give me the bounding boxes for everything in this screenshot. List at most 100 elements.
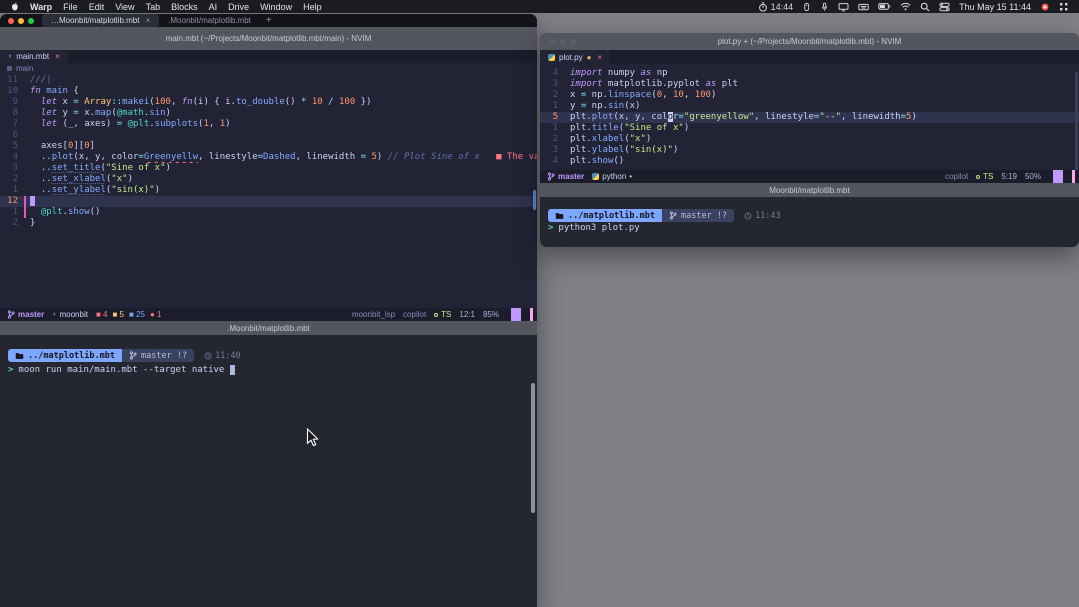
menu-edit[interactable]: Edit — [89, 2, 105, 12]
code-line[interactable]: 5 axes[0][0] — [0, 141, 537, 152]
close-window-button — [550, 39, 556, 45]
new-tab-button[interactable]: + — [266, 15, 272, 26]
terminal-prompt: ../matplotlib.mbt master !? 11:40 — [8, 349, 241, 362]
diagnostic-count: ■ 25 — [129, 310, 145, 319]
buffer-tab-plot-py[interactable]: plot.py ● × — [540, 50, 610, 64]
editor-left[interactable]: ◗ main.mbt × main 11///|10fn main {9 let… — [0, 50, 537, 308]
code-line[interactable]: 4plt.show() — [540, 156, 1079, 167]
menu-clock[interactable]: Thu May 15 11:44 — [959, 2, 1031, 12]
desktop: Warp File Edit View Tab Blocks AI Drive Window He… — [0, 0, 1079, 607]
code-line[interactable]: 1plt.title("Sine of x") — [540, 123, 1079, 134]
prompt-path: ../matplotlib.mbt — [28, 351, 115, 361]
code-line[interactable]: 1 ..set_ylabel("sin(x)") — [0, 185, 537, 196]
traffic-lights-inactive[interactable] — [550, 39, 576, 45]
buffer-name: plot.py — [559, 53, 583, 62]
pane-title-left-top: main.mbt (~/Projects/Moonbit/matplotlib.… — [0, 27, 537, 50]
pane-title-right-bottom: Moonbit/matplotlib.mbt — [540, 183, 1079, 197]
menu-ai[interactable]: AI — [209, 2, 218, 12]
grid-icon[interactable] — [1059, 2, 1069, 12]
code-line[interactable]: 5plt.plot(x, y, color="greenyellow", lin… — [540, 112, 1079, 123]
code-line[interactable]: 7 let (_, axes) = @plt.subplots(1, 1) — [0, 119, 537, 130]
warp-tab-inactive[interactable]: .Moonbit/matplotlib.mbt — [159, 14, 260, 27]
module-icon — [7, 66, 12, 71]
terminal-prompt: ../matplotlib.mbt master !? 11:43 — [548, 209, 781, 222]
terminal-command-line[interactable]: >python3 plot.py — [548, 223, 640, 233]
diagnostic-count: ■ 5 — [112, 310, 124, 319]
warp-tab-active[interactable]: …Moonbit/matplotlib.mbt × — [42, 14, 159, 27]
keyboard-icon[interactable] — [858, 2, 869, 12]
git-branch-status: master — [547, 172, 584, 181]
code-line[interactable]: 3import matplotlib.pyplot as plt — [540, 79, 1079, 90]
code-area-left[interactable]: 11///|10fn main {9 let x = Array::makei(… — [0, 74, 537, 229]
stopwatch-icon[interactable]: 14:44 — [758, 2, 794, 12]
code-line[interactable]: 2} — [0, 218, 537, 229]
code-line[interactable]: 1y = np.sin(x) — [540, 101, 1079, 112]
control-center-icon[interactable] — [939, 2, 950, 12]
code-line[interactable]: 2 ..set_xlabel("x") — [0, 174, 537, 185]
scroll-percent: 50% — [1025, 172, 1041, 181]
code-line[interactable]: 2x = np.linspace(0, 10, 100) — [540, 90, 1079, 101]
editor-scrollbar-thumb[interactable] — [533, 190, 536, 210]
statusline-right: master python • copilot TS 5:19 50% — [540, 170, 1079, 183]
buffer-close-icon[interactable]: × — [55, 52, 60, 61]
menu-blocks[interactable]: Blocks — [171, 2, 198, 12]
warp-window-left: …Moonbit/matplotlib.mbt × .Moonbit/matpl… — [0, 14, 537, 607]
code-line[interactable]: 12 — [0, 196, 537, 207]
terminal-command-line[interactable]: >moon run main/main.mbt --target native — [8, 365, 235, 375]
buffer-close-icon[interactable]: × — [597, 53, 602, 62]
screen-record-icon[interactable] — [1040, 2, 1050, 12]
mic-icon[interactable] — [820, 2, 829, 12]
terminal-scrollbar-thumb[interactable] — [531, 383, 535, 513]
code-line[interactable]: 9 let x = Array::makei(100, fn(i) { i.to… — [0, 97, 537, 108]
menu-warp[interactable]: Warp — [30, 2, 52, 12]
menu-tab[interactable]: Tab — [146, 2, 161, 12]
diagnostic-count: ■ 4 — [96, 310, 108, 319]
command-text: moon run main/main.mbt --target native — [18, 365, 224, 375]
menu-drive[interactable]: Drive — [228, 2, 249, 12]
line-number: 11 — [0, 75, 24, 86]
mouse-icon[interactable] — [802, 2, 811, 12]
traffic-lights[interactable] — [8, 18, 34, 24]
code-line[interactable]: 3plt.ylabel("sin(x)") — [540, 145, 1079, 156]
code-line[interactable]: 11///| — [0, 75, 537, 86]
editor-right[interactable]: plot.py ● × 4import numpy as np3import m… — [540, 50, 1079, 170]
minimize-window-button — [18, 18, 24, 24]
code-line[interactable]: 10fn main { — [0, 86, 537, 97]
code-line[interactable]: 1 @plt.show() — [0, 207, 537, 218]
code-line[interactable]: 3 ..set_title("Sine of x") — [0, 163, 537, 174]
menu-help[interactable]: Help — [303, 2, 322, 12]
tab-close-icon[interactable]: × — [145, 16, 150, 25]
tab-label: .Moonbit/matplotlib.mbt — [168, 16, 251, 25]
wifi-icon[interactable] — [900, 2, 911, 11]
winbar-left: main — [0, 63, 537, 74]
battery-icon[interactable] — [878, 2, 891, 11]
timer-text: 14:44 — [771, 2, 794, 12]
moonbit-icon: ◗ — [8, 53, 12, 60]
apple-menu-icon[interactable] — [10, 1, 19, 12]
menu-file[interactable]: File — [63, 2, 78, 12]
buffer-tab-main-mbt[interactable]: ◗ main.mbt × — [0, 50, 68, 63]
ts-dot-icon — [434, 313, 438, 317]
search-icon[interactable] — [920, 2, 930, 12]
line-number: 2 — [0, 218, 24, 229]
code-line[interactable]: 8 let y = x.map(@math.sin) — [0, 108, 537, 119]
editor-scrollbar-thumb[interactable] — [1075, 72, 1078, 170]
line-number: 3 — [540, 79, 564, 90]
terminal-right[interactable]: ../matplotlib.mbt master !? 11:43 >pytho… — [540, 197, 1079, 247]
prompt-time: 11:40 — [204, 351, 241, 361]
cursor-position: 5:19 — [1001, 172, 1017, 181]
menu-window[interactable]: Window — [260, 2, 292, 12]
bufferline-right: plot.py ● × — [540, 50, 1079, 64]
code-area-right[interactable]: 4import numpy as np3import matplotlib.py… — [540, 64, 1079, 167]
close-window-button — [8, 18, 14, 24]
menu-view[interactable]: View — [115, 2, 134, 12]
terminal-left[interactable]: ../matplotlib.mbt master !? 11:40 >moon … — [0, 335, 537, 607]
code-line[interactable]: 4 ..plot(x, y, color=Greenyellw, linesty… — [0, 152, 537, 163]
code-line[interactable]: 6 — [0, 130, 537, 141]
display-icon[interactable] — [838, 2, 849, 12]
code-line[interactable]: 2plt.xlabel("x") — [540, 134, 1079, 145]
warp-window-right: plot.py + (~/Projects/Moonbit/matplotlib… — [540, 33, 1079, 247]
code-line[interactable]: 4import numpy as np — [540, 68, 1079, 79]
line-number: 2 — [540, 90, 564, 101]
tab-label: …Moonbit/matplotlib.mbt — [51, 16, 139, 25]
